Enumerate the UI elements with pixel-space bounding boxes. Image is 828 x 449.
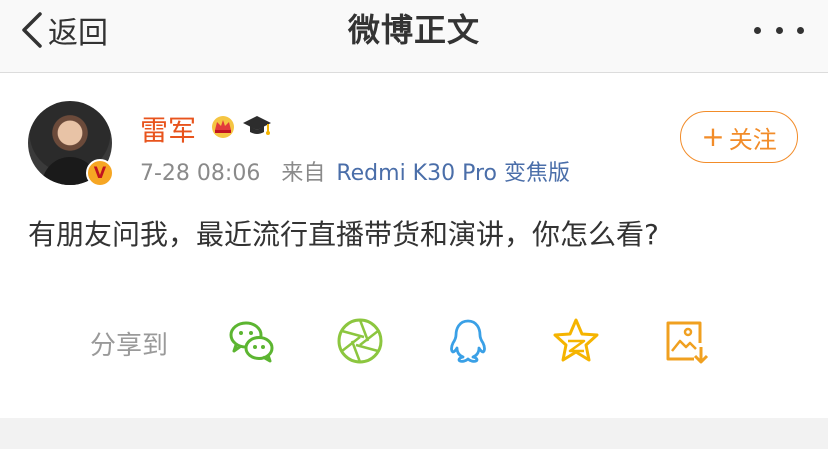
share-row: 分享到 bbox=[0, 313, 828, 373]
moments-icon[interactable] bbox=[334, 315, 386, 367]
from-label: 来自 bbox=[281, 161, 326, 186]
save-image-icon[interactable] bbox=[660, 315, 712, 367]
qq-icon[interactable] bbox=[442, 315, 494, 367]
graduation-cap-icon bbox=[243, 116, 271, 135]
page-title: 微博正文 bbox=[347, 11, 480, 49]
more-dot bbox=[775, 26, 783, 34]
post-time: 7-28 08:06 bbox=[140, 161, 261, 186]
crown-icon bbox=[212, 116, 234, 138]
username[interactable]: 雷军 bbox=[140, 109, 196, 149]
verified-v-badge: V bbox=[86, 159, 114, 187]
more-dot bbox=[754, 26, 761, 34]
device-link[interactable]: Redmi K30 Pro 变焦版 bbox=[336, 161, 570, 186]
follow-button[interactable]: + 关注 bbox=[680, 111, 798, 163]
footer-divider bbox=[0, 418, 828, 449]
post-text: 有朋友问我，最近流行直播带货和演讲，你怎么看? bbox=[28, 218, 659, 251]
more-dot bbox=[797, 26, 804, 34]
wechat-icon[interactable] bbox=[226, 315, 278, 367]
weibo-post: V 雷军 7-28 08:06 来自 Redmi K30 Pro 变焦版 + 关… bbox=[0, 73, 828, 418]
post-meta: 7-28 08:06 来自 Redmi K30 Pro 变焦版 bbox=[140, 155, 570, 187]
share-label: 分享到 bbox=[90, 331, 169, 361]
top-navbar: 返回 微博正文 bbox=[0, 0, 828, 73]
qzone-icon[interactable] bbox=[550, 315, 602, 367]
more-options-button[interactable] bbox=[754, 24, 804, 36]
plus-icon: + bbox=[701, 120, 725, 153]
follow-label: 关注 bbox=[728, 125, 777, 154]
